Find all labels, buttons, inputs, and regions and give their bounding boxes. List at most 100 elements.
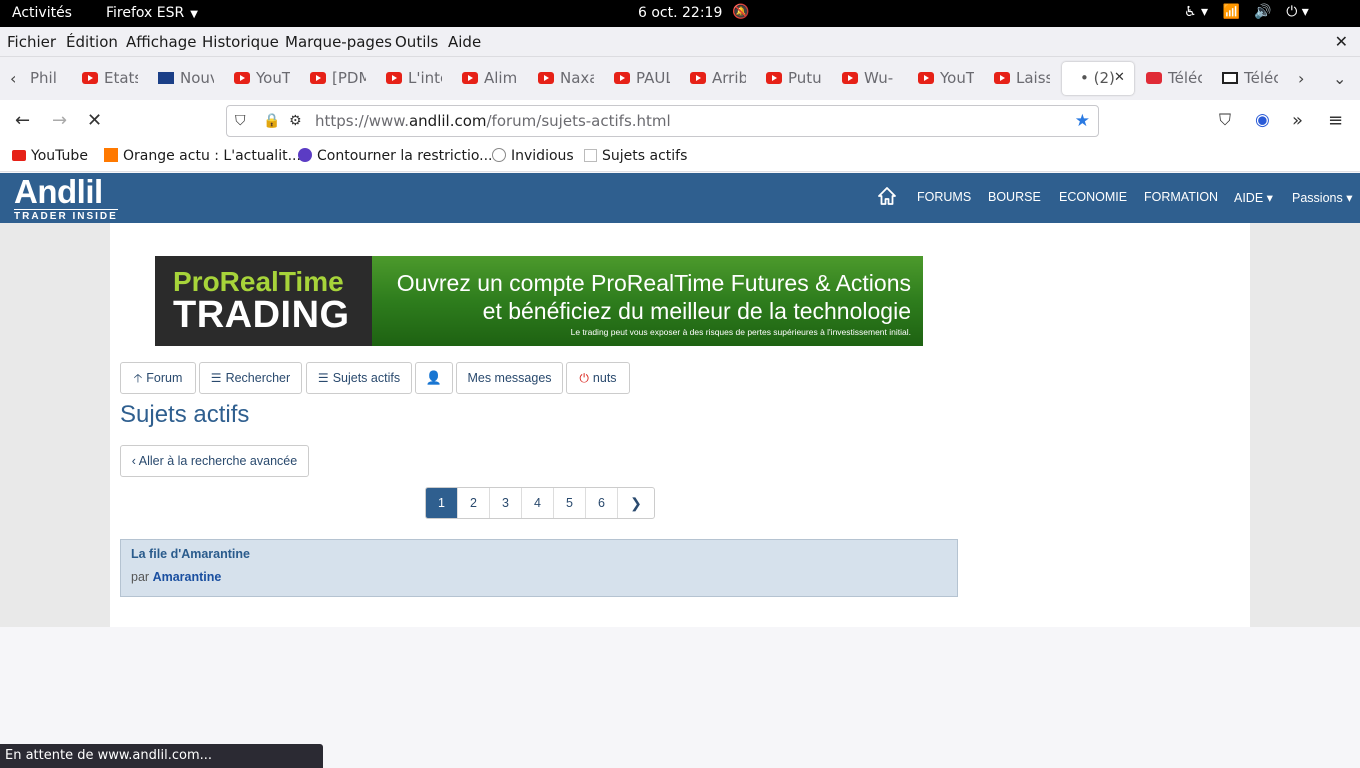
menu-edition[interactable]: Édition <box>66 33 118 51</box>
tab[interactable]: Putu <box>766 62 822 95</box>
next-page-icon[interactable]: ❯ <box>618 488 654 518</box>
tab[interactable]: Etats <box>82 62 138 95</box>
tab[interactable]: Téléc <box>1222 62 1278 95</box>
youtube-icon <box>12 150 26 161</box>
pocket-icon[interactable]: ⛉ <box>1219 110 1231 130</box>
tab-label: Etats <box>104 69 138 87</box>
status-bar: En attente de www.andlil.com... <box>0 744 323 768</box>
youtube-icon <box>386 72 402 84</box>
youtube-icon <box>918 72 934 84</box>
page-link[interactable]: 6 <box>586 488 618 518</box>
page-link[interactable]: 1 <box>426 488 458 518</box>
clock[interactable]: 6 oct. 22:19 <box>638 5 722 21</box>
active-topics-button[interactable]: ☰ Sujets actifs <box>306 362 412 394</box>
menu-outils[interactable]: Outils <box>395 33 438 51</box>
topic-title-link[interactable]: La file d'Amarantine <box>131 547 250 561</box>
close-window-icon[interactable]: ✕ <box>1335 32 1348 51</box>
home-icon[interactable] <box>878 187 896 205</box>
chart-icon <box>584 149 597 162</box>
list-icon: ☰ <box>317 371 329 385</box>
menu-aide[interactable]: Aide <box>448 33 481 51</box>
accessibility-icon[interactable]: ♿ ▾ <box>1184 4 1208 20</box>
ad-banner[interactable]: ProRealTime TRADING Ouvrez un compte Pro… <box>155 256 923 346</box>
youtube-icon <box>614 72 630 84</box>
topic-author-link[interactable]: Amarantine <box>153 570 222 584</box>
tab[interactable]: Nouv <box>158 62 214 95</box>
bookmark-sujets-actifs[interactable]: Sujets actifs <box>584 148 687 164</box>
bookmark-label: Orange actu : L'actualit... <box>123 148 301 164</box>
menu-marque-pages[interactable]: Marque-pages <box>285 33 392 51</box>
account-icon[interactable]: ◉ <box>1255 110 1270 130</box>
stop-icon[interactable]: ✕ <box>87 110 102 131</box>
tab[interactable]: Laiss <box>994 62 1050 95</box>
power-icon: ⏻ <box>579 371 589 385</box>
page-link[interactable]: 3 <box>490 488 522 518</box>
tab[interactable]: YouT <box>918 62 974 95</box>
nav-bourse[interactable]: BOURSE <box>988 190 1041 204</box>
bookmark-star-icon[interactable]: ★ <box>1075 111 1090 131</box>
bookmark-youtube[interactable]: YouTube <box>12 148 88 164</box>
lock-icon[interactable]: 🔒 <box>263 113 280 129</box>
tab[interactable]: Wu- <box>842 62 898 95</box>
nav-forums[interactable]: FORUMS <box>917 190 971 204</box>
page-link[interactable]: 5 <box>554 488 586 518</box>
system-tray[interactable]: ♿ ▾ 📶 🔊 ⏻ ▾ <box>1184 4 1319 20</box>
app-menu[interactable]: Firefox ESR ▼ <box>106 5 198 21</box>
tab[interactable]: Philip <box>30 62 58 95</box>
bookmark-orange[interactable]: Orange actu : L'actualit... <box>104 148 301 164</box>
banner-brand-panel: ProRealTime TRADING <box>155 256 372 346</box>
tab-label: Nouv <box>180 69 214 87</box>
activities-button[interactable]: Activités <box>12 5 72 21</box>
menu-fichier[interactable]: Fichier <box>7 33 56 51</box>
page-title: Sujets actifs <box>120 401 250 428</box>
close-tab-icon[interactable]: ✕ <box>1114 70 1125 85</box>
search-button[interactable]: ☰ Rechercher <box>199 362 302 394</box>
menu-affichage[interactable]: Affichage <box>126 33 196 51</box>
url-domain: andlil.com <box>408 112 487 130</box>
nav-aide[interactable]: AIDE ▾ <box>1234 190 1273 205</box>
banner-line-1: Ouvrez un compte ProRealTime Futures & A… <box>396 270 911 296</box>
forward-icon[interactable]: → <box>52 110 67 131</box>
page-link[interactable]: 4 <box>522 488 554 518</box>
tab[interactable]: Alime <box>462 62 518 95</box>
tab[interactable]: [PDM <box>310 62 366 95</box>
url-text[interactable]: https://www.andlil.com/forum/sujets-acti… <box>315 112 671 130</box>
tabs-scroll-left-icon[interactable]: ‹ <box>10 69 16 88</box>
permissions-icon[interactable]: ⚙ <box>289 113 302 129</box>
nav-economie[interactable]: ECONOMIE <box>1059 190 1127 204</box>
system-top-bar: Activités Firefox ESR ▼ 6 oct. 22:19 🔕 ♿ … <box>0 0 1360 27</box>
tab-active[interactable]: • (2) ✕ <box>1062 62 1134 95</box>
menu-historique[interactable]: Historique <box>202 33 279 51</box>
logo-name: Andlil <box>14 173 103 210</box>
youtube-icon <box>82 72 98 84</box>
nav-formation[interactable]: FORMATION <box>1144 190 1218 204</box>
nav-passions[interactable]: Passions ▾ <box>1292 190 1352 205</box>
advanced-search-button[interactable]: ‹ Aller à la recherche avancée <box>120 445 309 477</box>
tabs-scroll-right-icon[interactable]: › <box>1298 69 1304 88</box>
back-icon[interactable]: ← <box>15 110 30 131</box>
bookmark-invidious[interactable]: Invidious <box>492 148 574 164</box>
tab[interactable]: Téléc <box>1146 62 1202 95</box>
shield-icon[interactable]: ⛉ <box>235 113 246 129</box>
bookmark-contourner[interactable]: Contourner la restrictio... <box>298 148 493 164</box>
tab[interactable]: Naxa <box>538 62 594 95</box>
tab-label: YouT <box>256 69 290 87</box>
page-link[interactable]: 2 <box>458 488 490 518</box>
logout-button[interactable]: ⏻ nuts <box>566 362 630 394</box>
main-content: ProRealTime TRADING Ouvrez un compte Pro… <box>110 223 1250 627</box>
forum-button[interactable]: 🡡 Forum <box>120 362 196 394</box>
address-bar[interactable]: ⛉ 🔒 ⚙ https://www.andlil.com/forum/sujet… <box>226 105 1099 137</box>
my-messages-button[interactable]: Mes messages <box>456 362 563 394</box>
youtube-icon <box>462 72 478 84</box>
list-all-tabs-icon[interactable]: ⌄ <box>1333 69 1346 88</box>
tab[interactable]: Arrib <box>690 62 746 95</box>
hamburger-menu-icon[interactable]: ≡ <box>1328 110 1343 131</box>
site-logo[interactable]: Andlil TRADER INSIDE <box>14 175 118 222</box>
site-header: Andlil TRADER INSIDE FORUMS BOURSE ECONO… <box>0 173 1360 223</box>
tab[interactable]: YouT <box>234 62 290 95</box>
tab[interactable]: PAUL <box>614 62 670 95</box>
tab[interactable]: L'inte <box>386 62 442 95</box>
download-icon <box>1146 72 1162 84</box>
overflow-chevron-icon[interactable]: » <box>1292 110 1303 131</box>
profile-button[interactable]: 👤 <box>415 362 453 394</box>
